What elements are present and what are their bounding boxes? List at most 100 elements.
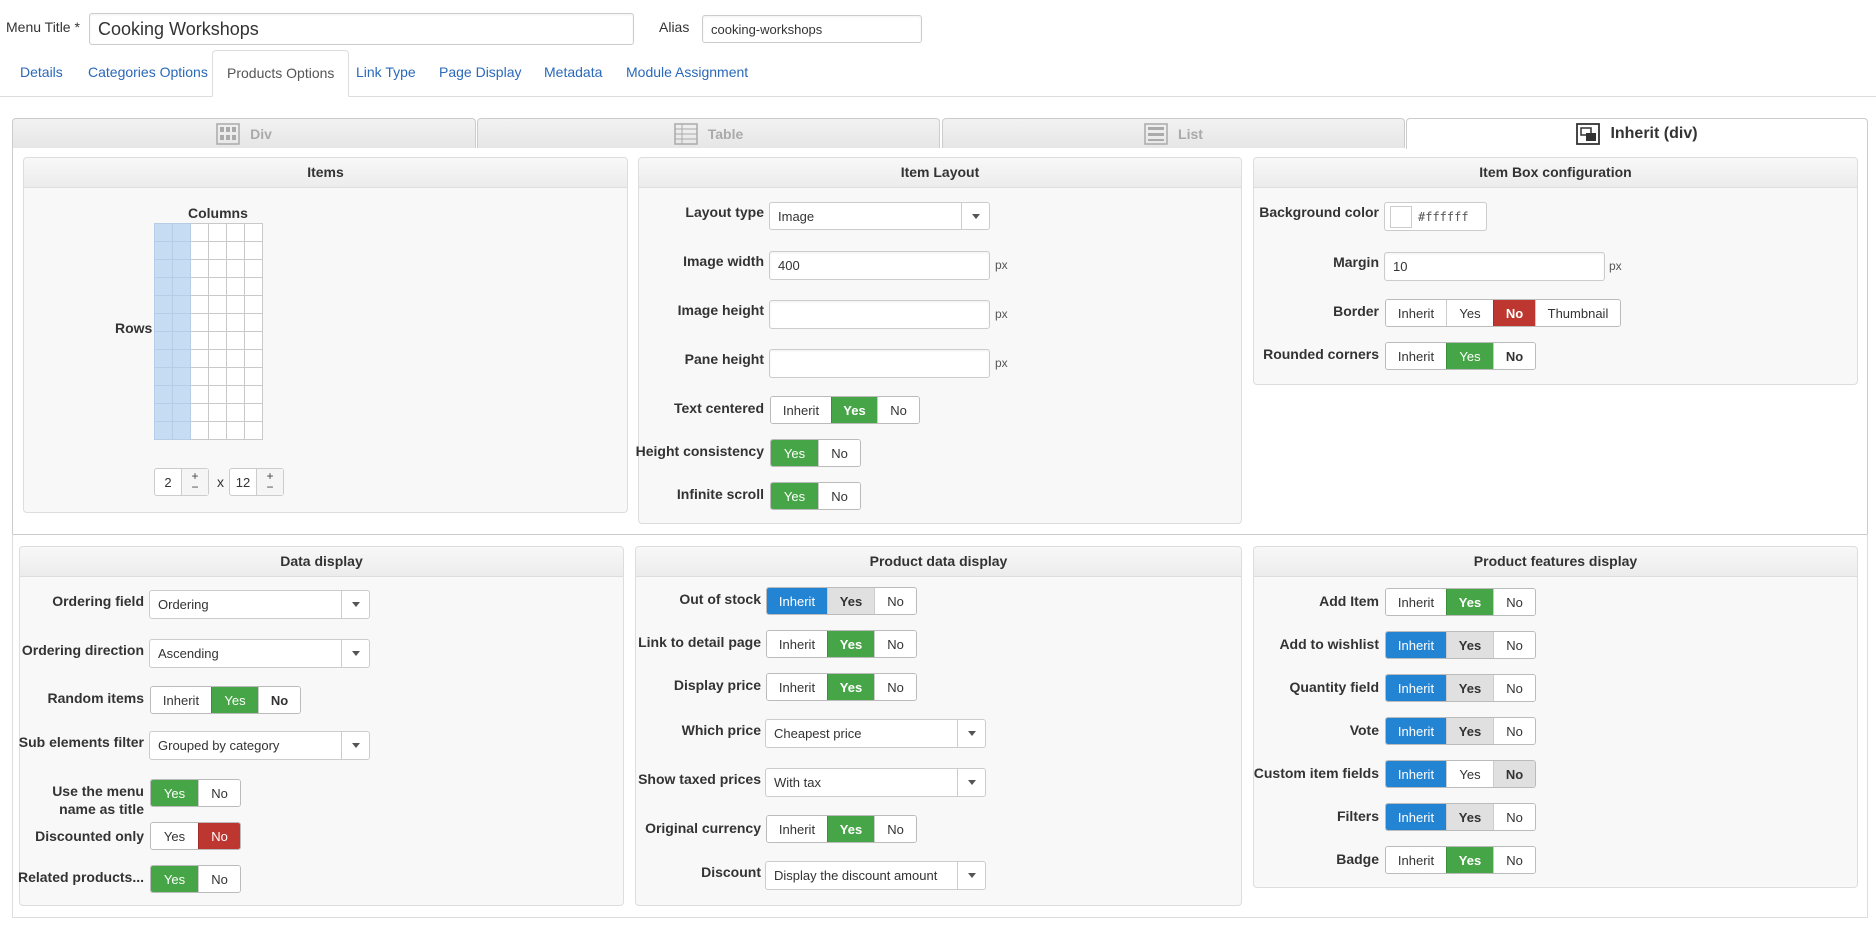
color-swatch[interactable] [1390,205,1412,228]
grid-cell[interactable] [172,259,191,278]
rounded-corners-toggle[interactable]: Inherit Yes No [1385,342,1536,370]
grid-cell[interactable] [190,367,209,386]
tab-page-display[interactable]: Page Display [425,50,536,96]
grid-cell[interactable] [226,241,245,260]
grid-cell[interactable] [226,331,245,350]
layout-tab-inherit[interactable]: Inherit (div) [1406,118,1868,149]
grid-cell[interactable] [208,385,227,404]
grid-cell[interactable] [208,367,227,386]
no-option[interactable]: No [1493,343,1535,369]
tab-details[interactable]: Details [6,50,77,96]
grid-cell[interactable] [190,331,209,350]
rows-stepper[interactable]: 12 + − [229,468,284,496]
yes-option[interactable]: Yes [1446,343,1493,369]
text-centered-toggle[interactable]: Inherit Yes No [770,396,920,424]
grid-cell[interactable] [244,421,263,440]
grid-cell[interactable] [244,259,263,278]
tab-module-assignment[interactable]: Module Assignment [612,50,762,96]
grid-cell[interactable] [172,403,191,422]
layout-tab-list[interactable]: List [942,118,1405,148]
grid-cell[interactable] [172,421,191,440]
layout-tab-div[interactable]: Div [12,118,476,148]
grid-cell[interactable] [154,349,173,368]
grid-cell[interactable] [172,241,191,260]
grid-cell[interactable] [226,259,245,278]
layout-type-select[interactable]: Image [769,202,990,230]
grid-cell[interactable] [190,259,209,278]
grid-cell[interactable] [154,295,173,314]
grid-cell[interactable] [208,349,227,368]
grid-cell[interactable] [190,277,209,296]
grid-cell[interactable] [154,421,173,440]
grid-cell[interactable] [154,241,173,260]
grid-cell[interactable] [154,223,173,242]
grid-cell[interactable] [190,295,209,314]
grid-cell[interactable] [226,295,245,314]
bg-color-picker[interactable]: #ffffff [1384,202,1487,231]
grid-cell[interactable] [172,385,191,404]
grid-cell[interactable] [226,349,245,368]
tab-metadata[interactable]: Metadata [530,50,616,96]
grid-cell[interactable] [190,403,209,422]
grid-cell[interactable] [190,421,209,440]
grid-cell[interactable] [244,295,263,314]
margin-input[interactable] [1384,252,1605,281]
grid-cell[interactable] [154,277,173,296]
tab-categories-options[interactable]: Categories Options [74,50,222,96]
grid-cell[interactable] [244,349,263,368]
no-option[interactable]: No [818,483,860,509]
grid-cell[interactable] [226,367,245,386]
grid-cell[interactable] [244,313,263,332]
grid-cell[interactable] [226,277,245,296]
grid-cell[interactable] [244,403,263,422]
columns-stepper-buttons[interactable]: + − [181,469,208,495]
grid-cell[interactable] [172,295,191,314]
pane-height-input[interactable] [769,349,990,378]
grid-cell[interactable] [208,277,227,296]
grid-cell[interactable] [226,403,245,422]
grid-cell[interactable] [190,349,209,368]
grid-cell[interactable] [208,223,227,242]
no-option[interactable]: No [877,397,919,423]
inherit-option[interactable]: Inherit [771,397,831,423]
grid-cell[interactable] [172,367,191,386]
grid-cell[interactable] [244,277,263,296]
grid-cell[interactable] [154,367,173,386]
layout-tab-table[interactable]: Table [477,118,940,148]
grid-cell[interactable] [172,277,191,296]
grid-cell[interactable] [226,421,245,440]
tab-link-type[interactable]: Link Type [342,50,430,96]
grid-cell[interactable] [190,241,209,260]
grid-cell[interactable] [154,403,173,422]
inherit-option[interactable]: Inherit [1386,343,1446,369]
grid-cell[interactable] [172,331,191,350]
alias-input[interactable] [702,15,922,43]
yes-option[interactable]: Yes [771,440,818,466]
grid-cell[interactable] [208,241,227,260]
grid-cell[interactable] [208,331,227,350]
minus-icon[interactable]: − [191,481,198,493]
grid-cell[interactable] [208,259,227,278]
menu-title-input[interactable] [89,13,634,45]
grid-cell[interactable] [244,331,263,350]
yes-option[interactable]: Yes [771,483,818,509]
grid-cell[interactable] [172,349,191,368]
infinite-scroll-toggle[interactable]: Yes No [770,482,861,510]
grid-cell[interactable] [172,313,191,332]
rows-stepper-buttons[interactable]: + − [256,469,283,495]
grid-cell[interactable] [244,241,263,260]
yes-option[interactable]: Yes [1446,300,1493,326]
grid-cell[interactable] [226,313,245,332]
grid-cell[interactable] [244,223,263,242]
grid-cell[interactable] [208,295,227,314]
thumbnail-option[interactable]: Thumbnail [1535,300,1620,326]
grid-cell[interactable] [154,259,173,278]
inherit-option[interactable]: Inherit [1386,300,1446,326]
grid-cell[interactable] [208,403,227,422]
image-width-input[interactable] [769,251,990,280]
grid-cell[interactable] [244,385,263,404]
tab-products-options[interactable]: Products Options [212,50,350,97]
grid-cell[interactable] [208,313,227,332]
grid-cell[interactable] [244,367,263,386]
grid-cell[interactable] [172,223,191,242]
